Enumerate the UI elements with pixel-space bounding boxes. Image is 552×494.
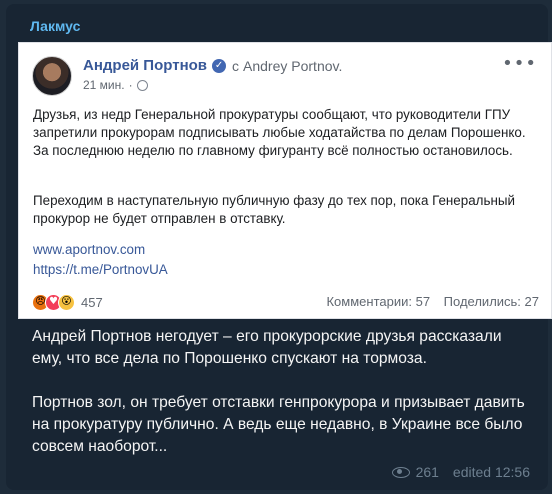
author-avatar [32,56,72,96]
shares-count: Поделились: 27 [443,294,539,309]
post-paragraph-1: Друзья, из недр Генеральной прокуратуры … [33,107,526,158]
globe-icon [136,79,148,91]
verified-icon: ✓ [212,58,227,73]
message-text: Андрей Портнов негодует – его прокурорск… [32,326,532,458]
with-name: Andrey Portnov. [243,57,343,74]
reactions: 😠 ♥ 😮 457 [32,294,103,311]
author-row: Андрей Портнов ✓ с Andrey Portnov. [83,57,342,74]
views-count: 261 [415,464,439,480]
reactions-count: 457 [81,295,103,310]
message-bubble: Лакмус Андрей Портнов ✓ с Andrey Portnov… [6,4,552,490]
embedded-post-screenshot[interactable]: Андрей Портнов ✓ с Andrey Portnov. 21 ми… [18,42,552,319]
message-paragraph-2: Портнов зол, он требует отставки генпрок… [32,394,525,455]
comments-count: Комментарии: 57 [326,294,431,309]
channel-name[interactable]: Лакмус [30,18,80,34]
wow-reaction-icon: 😮 [58,294,75,311]
message-paragraph-1: Андрей Портнов негодует – его прокурорск… [32,328,502,367]
meta-separator: · [128,78,133,92]
post-time: 21 мин. [83,78,125,92]
author-name: Андрей Портнов [83,57,208,74]
post-paragraph-2: Переходим в наступательную публичную фаз… [33,193,515,226]
eye-icon [391,466,410,478]
more-icon: ••• [502,53,537,74]
post-meta: 21 мин. · [83,78,148,92]
message-footer: 261 edited 12:56 [391,464,530,480]
post-stats: Комментарии: 57 Поделились: 27 [326,294,539,309]
edited-time: edited 12:56 [452,464,530,480]
post-link-telegram: https://t.me/PortnovUA [33,262,168,277]
with-prefix: с [232,57,240,74]
post-link-website: www.aportnov.com [33,242,146,257]
